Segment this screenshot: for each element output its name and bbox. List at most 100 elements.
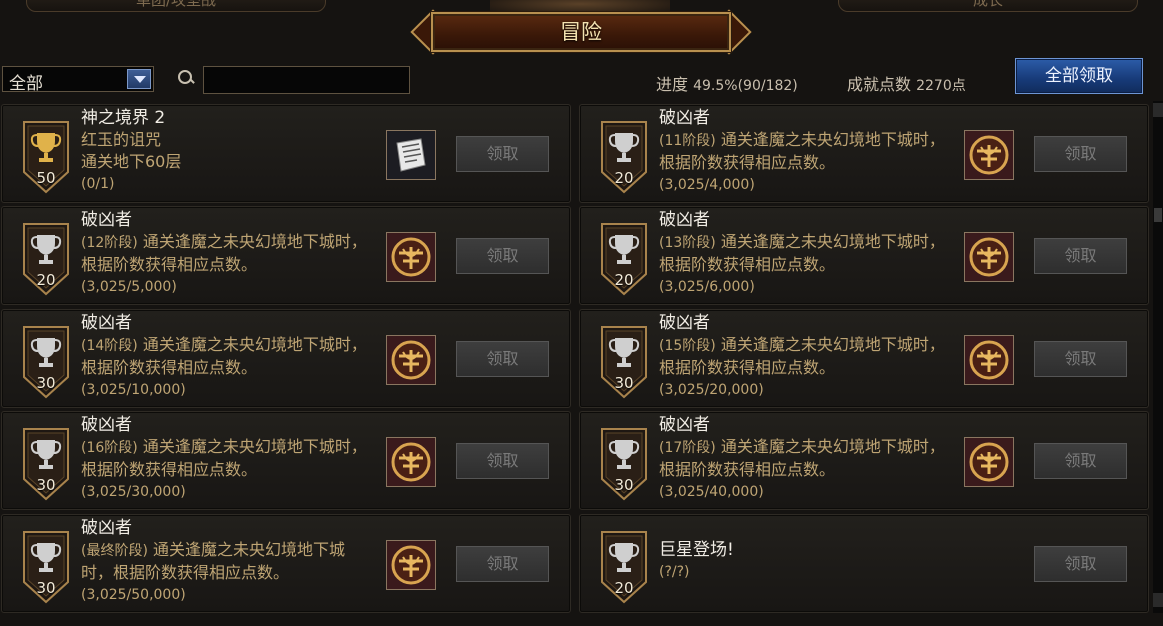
achievement-card: 20 破凶者 (13阶段) 通关逢魔之未央幻境地下城时，根据阶数获得相应点数。 (3,…	[579, 206, 1149, 305]
trophy-icon: 30	[598, 325, 650, 399]
achievement-text: 神之境界 2 红玉的诅咒 通关地下60层 (0/1)	[81, 107, 376, 195]
achievement-text: 破凶者 (最终阶段) 通关逢魔之未央幻境地下城时，根据阶数获得相应点数。 (3,02…	[81, 517, 376, 606]
scroll-up-button[interactable]	[1153, 103, 1163, 117]
achievement-progress: (3,025/4,000)	[659, 177, 755, 193]
achievement-card: 20 破凶者 (12阶段) 通关逢魔之未央幻境地下城时，根据阶数获得相应点数。 (3,…	[1, 206, 571, 305]
emblem-icon[interactable]	[964, 232, 1014, 282]
trophy-icon: 30	[598, 427, 650, 501]
achievement-stage: (13阶段)	[659, 235, 716, 251]
achievement-text: 破凶者 (16阶段) 通关逢魔之未央幻境地下城时，根据阶数获得相应点数。 (3,02…	[81, 414, 376, 503]
achievement-points: 30	[614, 374, 634, 392]
achievement-points: 30	[614, 476, 634, 494]
achievement-points: 30	[36, 374, 56, 392]
trophy-icon: 30	[20, 325, 72, 399]
achievement-card: 20 破凶者 (11阶段) 通关逢魔之未央幻境地下城时，根据阶数获得相应点数。 (3,…	[579, 104, 1149, 203]
achievement-card: 30 破凶者 (15阶段) 通关逢魔之未央幻境地下城时，根据阶数获得相应点数。 (3,…	[579, 309, 1149, 408]
achievement-description: 红玉的诅咒	[81, 129, 376, 151]
achievement-description: (14阶段) 通关逢魔之未央幻境地下城时，根据阶数获得相应点数。	[81, 334, 376, 379]
achievement-card: 30 破凶者 (14阶段) 通关逢魔之未央幻境地下城时，根据阶数获得相应点数。 (3,…	[1, 309, 571, 408]
category-title: 冒险	[560, 20, 602, 44]
achievement-points: 50	[36, 169, 56, 187]
claim-button[interactable]: 领取	[456, 136, 549, 172]
claim-button[interactable]: 领取	[1034, 341, 1127, 377]
achievement-progress: (?/?)	[659, 564, 690, 580]
trophy-icon: 30	[20, 427, 72, 501]
emblem-icon[interactable]	[386, 335, 436, 385]
scroll-icon[interactable]	[386, 130, 436, 180]
emblem-icon[interactable]	[964, 437, 1014, 487]
achievement-name: 破凶者	[659, 415, 710, 435]
tab-raid[interactable]: 单团/攻坚战	[26, 0, 326, 12]
trophy-icon: 20	[598, 530, 650, 604]
achievement-name: 破凶者	[81, 210, 132, 230]
claim-button[interactable]: 领取	[1034, 546, 1127, 582]
achievement-text: 破凶者 (12阶段) 通关逢魔之未央幻境地下城时，根据阶数获得相应点数。 (3,02…	[81, 209, 376, 298]
achievement-window: 单团/攻坚战 成长 冒险 全部 进度 49.5%(90/182) 成就点数 22…	[0, 0, 1163, 626]
emblem-icon[interactable]	[386, 540, 436, 590]
achievement-description: (13阶段) 通关逢魔之未央幻境地下城时，根据阶数获得相应点数。	[659, 231, 954, 276]
filter-selected-value: 全部	[9, 74, 43, 94]
achievement-progress: (3,025/30,000)	[81, 484, 186, 500]
achievement-card: 30 破凶者 (17阶段) 通关逢魔之未央幻境地下城时，根据阶数获得相应点数。 (3,…	[579, 411, 1149, 510]
achievement-progress: (3,025/20,000)	[659, 382, 764, 398]
search-input[interactable]	[203, 66, 410, 94]
achievement-text: 破凶者 (17阶段) 通关逢魔之未央幻境地下城时，根据阶数获得相应点数。 (3,02…	[659, 414, 954, 503]
trophy-icon: 20	[598, 120, 650, 194]
emblem-icon[interactable]	[964, 335, 1014, 385]
claim-button[interactable]: 领取	[456, 546, 549, 582]
claim-button[interactable]: 领取	[456, 443, 549, 479]
achievement-stage: (17阶段)	[659, 440, 716, 456]
achievement-stage: (12阶段)	[81, 235, 138, 251]
achievement-stage: (最终阶段)	[81, 543, 148, 559]
points-readout: 成就点数 2270点	[847, 71, 966, 95]
achievement-progress: (3,025/5,000)	[81, 279, 177, 295]
achievement-name: 破凶者	[659, 210, 710, 230]
achievement-description-text: 红玉的诅咒	[81, 130, 162, 149]
achievement-text: 破凶者 (11阶段) 通关逢魔之未央幻境地下城时，根据阶数获得相应点数。 (3,02…	[659, 107, 954, 196]
achievement-name: 神之境界 2	[81, 108, 166, 128]
achievement-condition: 通关地下60层	[81, 152, 182, 171]
achievement-points: 20	[614, 271, 634, 289]
achievement-stage: (14阶段)	[81, 338, 138, 354]
chevron-down-icon[interactable]	[127, 69, 151, 89]
achievement-text: 破凶者 (13阶段) 通关逢魔之未央幻境地下城时，根据阶数获得相应点数。 (3,02…	[659, 209, 954, 298]
achievement-progress: (3,025/50,000)	[81, 587, 186, 603]
achievement-description: (15阶段) 通关逢魔之未央幻境地下城时，根据阶数获得相应点数。	[659, 334, 954, 379]
achievement-description: (17阶段) 通关逢魔之未央幻境地下城时，根据阶数获得相应点数。	[659, 436, 954, 481]
trophy-icon: 30	[20, 530, 72, 604]
points-label: 成就点数	[847, 75, 912, 94]
claim-button[interactable]: 领取	[1034, 443, 1127, 479]
trophy-icon: 20	[20, 222, 72, 296]
search-icon[interactable]	[178, 70, 194, 86]
claim-all-button[interactable]: 全部领取	[1015, 58, 1143, 94]
achievement-description: (11阶段) 通关逢魔之未央幻境地下城时，根据阶数获得相应点数。	[659, 129, 954, 174]
progress-readout: 进度 49.5%(90/182)	[656, 71, 798, 95]
scroll-thumb[interactable]	[1154, 208, 1162, 222]
achievement-text: 破凶者 (15阶段) 通关逢魔之未央幻境地下城时，根据阶数获得相应点数。 (3,02…	[659, 312, 954, 401]
achievement-points: 20	[36, 271, 56, 289]
achievement-text: 巨星登场! (?/?)	[659, 539, 954, 583]
claim-button[interactable]: 领取	[1034, 136, 1127, 172]
emblem-icon[interactable]	[386, 437, 436, 487]
tab-growth[interactable]: 成长	[838, 0, 1138, 12]
progress-label: 进度	[656, 75, 689, 94]
achievement-points: 30	[36, 476, 56, 494]
points-value: 2270点	[916, 78, 966, 94]
achievement-name: 破凶者	[659, 313, 710, 333]
achievement-name: 破凶者	[81, 415, 132, 435]
achievement-card: 20 巨星登场! (?/?) 领取	[579, 514, 1149, 613]
emblem-icon[interactable]	[386, 232, 436, 282]
emblem-icon[interactable]	[964, 130, 1014, 180]
scroll-down-button[interactable]	[1153, 593, 1163, 607]
achievement-text: 破凶者 (14阶段) 通关逢魔之未央幻境地下城时，根据阶数获得相应点数。 (3,02…	[81, 312, 376, 401]
achievement-card: 30 破凶者 (最终阶段) 通关逢魔之未央幻境地下城时，根据阶数获得相应点数。 (3,…	[1, 514, 571, 613]
achievement-name: 破凶者	[659, 108, 710, 128]
achievement-stage: (15阶段)	[659, 338, 716, 354]
list-scrollbar[interactable]	[1153, 101, 1163, 613]
claim-button[interactable]: 领取	[456, 238, 549, 274]
achievement-name: 巨星登场!	[659, 540, 734, 560]
claim-button[interactable]: 领取	[1034, 238, 1127, 274]
claim-button[interactable]: 领取	[456, 341, 549, 377]
filter-dropdown[interactable]: 全部	[2, 66, 154, 94]
achievement-description: (最终阶段) 通关逢魔之未央幻境地下城时，根据阶数获得相应点数。	[81, 539, 376, 584]
